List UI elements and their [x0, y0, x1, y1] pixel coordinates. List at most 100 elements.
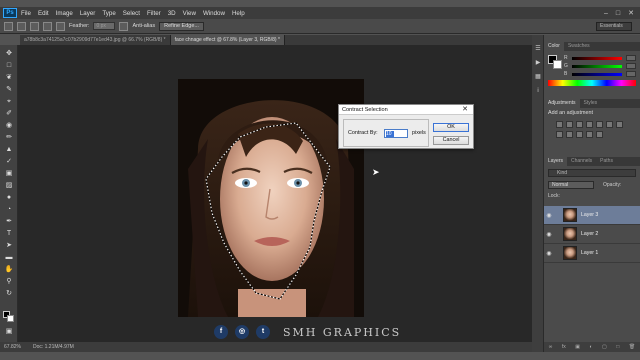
layer-row-2[interactable]: ◉ Layer 2 [544, 225, 640, 244]
curves-icon[interactable] [576, 121, 583, 128]
menu-edit[interactable]: Edit [38, 10, 49, 17]
blue-slider[interactable] [572, 73, 622, 76]
new-group-icon[interactable]: ▢ [602, 342, 607, 352]
ok-button[interactable]: OK [433, 123, 469, 132]
background-color-swatch[interactable] [7, 315, 14, 322]
properties-icon[interactable]: ▦ [534, 73, 542, 81]
close-icon[interactable]: ✕ [628, 9, 634, 17]
eye-icon[interactable]: ◉ [544, 250, 554, 257]
eye-icon[interactable]: ◉ [544, 231, 554, 238]
tab-document-2[interactable]: face chnage effect @ 67.8% (Layer 3, RGB… [170, 35, 285, 45]
subtract-selection-icon[interactable] [43, 21, 52, 31]
menu-file[interactable]: File [21, 10, 31, 17]
color-spectrum[interactable] [548, 80, 636, 86]
layer-row-1[interactable]: ◉ Layer 1 [544, 244, 640, 263]
posterize-icon[interactable] [596, 131, 603, 138]
refine-edge-button[interactable]: Refine Edge... [159, 21, 204, 31]
pen-tool-icon[interactable]: ✒ [3, 217, 15, 226]
maximize-icon[interactable]: □ [616, 10, 620, 17]
move-tool-icon[interactable]: ✥ [3, 49, 15, 58]
tab-paths[interactable]: Paths [596, 157, 617, 166]
layer-row-3[interactable]: ◉ Layer 3 [544, 206, 640, 225]
layer-filter-bar[interactable]: Kind [548, 169, 636, 177]
blend-mode-select[interactable]: Normal [548, 181, 594, 189]
lasso-tool-preset-icon[interactable] [4, 21, 13, 31]
menu-view[interactable]: View [183, 10, 196, 17]
marquee-tool-icon[interactable]: □ [3, 61, 15, 70]
new-layer-icon[interactable]: □ [616, 342, 619, 352]
brush-tool-icon[interactable]: ✏ [3, 133, 15, 142]
history-icon[interactable]: ☰ [534, 45, 542, 53]
eraser-tool-icon[interactable]: ▣ [3, 169, 15, 178]
intersect-selection-icon[interactable] [56, 21, 65, 31]
brightness-icon[interactable] [556, 121, 563, 128]
zoom-tool-icon[interactable]: ⚲ [3, 277, 15, 286]
gradient-tool-icon[interactable]: ▨ [3, 181, 15, 190]
menu-window[interactable]: Window [203, 10, 225, 17]
tab-styles[interactable]: Styles [580, 99, 602, 108]
menu-help[interactable]: Help [232, 10, 245, 17]
menu-layer[interactable]: Layer [80, 10, 95, 17]
blue-value[interactable] [626, 71, 636, 77]
cancel-button[interactable]: Cancel [433, 136, 469, 145]
black-white-icon[interactable] [556, 131, 563, 138]
quick-mask-icon[interactable]: ▣ [3, 327, 15, 336]
tab-swatches[interactable]: Swatches [564, 42, 594, 51]
shape-tool-icon[interactable]: ▬ [3, 253, 15, 262]
kind-filter[interactable]: Kind [549, 170, 567, 176]
canvas-area[interactable] [18, 45, 532, 342]
hand-tool-icon[interactable]: ✋ [3, 265, 15, 274]
tab-document-1[interactable]: a78b8c3a74125a7c07b2909d77e1ed43.jpg @ 6… [20, 35, 171, 45]
menu-3d[interactable]: 3D [168, 10, 176, 17]
contract-by-input[interactable]: 10 [384, 129, 408, 138]
menu-select[interactable]: Select [123, 10, 140, 17]
link-layers-icon[interactable]: ∞ [549, 342, 553, 352]
delete-layer-icon[interactable]: 🗑 [629, 342, 635, 352]
menu-image[interactable]: Image [56, 10, 73, 17]
dialog-close-icon[interactable]: ✕ [462, 105, 468, 115]
clone-stamp-tool-icon[interactable]: ▲ [3, 145, 15, 154]
tab-adjustments[interactable]: Adjustments [544, 99, 580, 108]
quick-select-tool-icon[interactable]: ✎ [3, 85, 15, 94]
antialias-checkbox[interactable] [119, 21, 129, 31]
healing-tool-icon[interactable]: ◉ [3, 121, 15, 130]
type-tool-icon[interactable]: T [3, 229, 15, 238]
blur-tool-icon[interactable]: ● [3, 193, 15, 202]
eye-icon[interactable]: ◉ [544, 212, 554, 219]
levels-icon[interactable] [566, 121, 573, 128]
crop-tool-icon[interactable]: ⌖ [3, 97, 15, 106]
photo-filter-icon[interactable] [566, 131, 573, 138]
rotate-view-tool-icon[interactable]: ↻ [3, 289, 15, 298]
new-adjustment-icon[interactable]: ◐ [590, 342, 593, 352]
feather-input[interactable]: 0 px [93, 22, 116, 30]
minimize-icon[interactable]: – [604, 10, 608, 17]
green-slider[interactable] [572, 65, 622, 68]
eyedropper-tool-icon[interactable]: ✐ [3, 109, 15, 118]
workspace-switcher[interactable]: Essentials [596, 22, 632, 31]
tab-layers[interactable]: Layers [544, 157, 568, 166]
tab-color[interactable]: Color [544, 42, 564, 51]
menu-filter[interactable]: Filter [147, 10, 161, 17]
red-value[interactable] [626, 55, 636, 61]
invert-icon[interactable] [586, 131, 593, 138]
new-selection-icon[interactable] [17, 21, 26, 31]
exposure-icon[interactable] [586, 121, 593, 128]
tab-channels[interactable]: Channels [567, 157, 596, 166]
red-slider[interactable] [572, 57, 622, 60]
hue-saturation-icon[interactable] [606, 121, 613, 128]
path-selection-tool-icon[interactable]: ➤ [3, 241, 15, 250]
menu-type[interactable]: Type [102, 10, 115, 17]
history-brush-tool-icon[interactable]: ✓ [3, 157, 15, 166]
add-mask-icon[interactable]: ▣ [575, 342, 580, 352]
info-icon[interactable]: i [534, 87, 542, 95]
add-to-selection-icon[interactable] [30, 21, 39, 31]
portrait-image[interactable] [178, 79, 364, 317]
channel-mixer-icon[interactable] [576, 131, 583, 138]
vibrance-icon[interactable] [596, 121, 603, 128]
dodge-tool-icon[interactable]: ◔ [3, 205, 15, 214]
lasso-tool-icon[interactable]: ❦ [3, 73, 15, 82]
color-panel-background[interactable] [553, 60, 562, 69]
color-balance-icon[interactable] [616, 121, 623, 128]
actions-icon[interactable]: ▶ [534, 59, 542, 67]
zoom-level[interactable]: 67.82% [4, 344, 21, 350]
